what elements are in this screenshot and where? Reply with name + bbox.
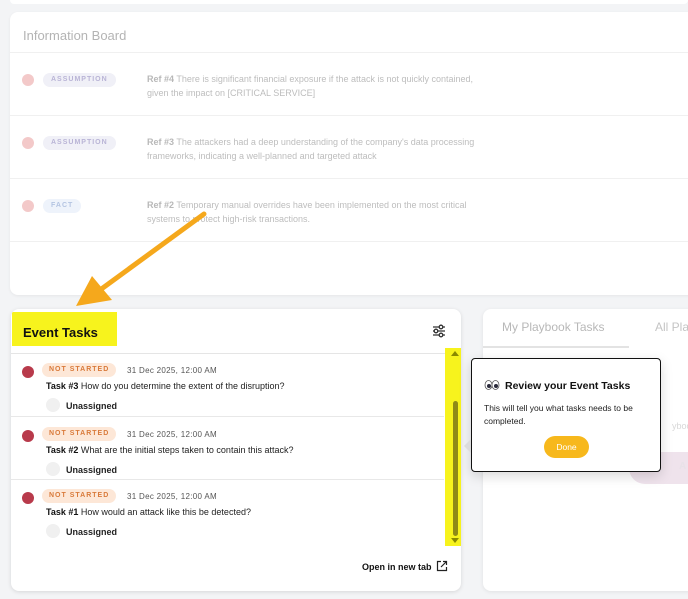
status-badge: NOT STARTED	[42, 363, 117, 377]
info-text: Ref #2 Temporary manual overrides have b…	[147, 200, 467, 224]
popover-title: Review your Event Tasks	[505, 380, 631, 392]
info-tag: FACT	[43, 199, 82, 213]
information-board: Information Board ASSUMPTION Ref #4 Ther…	[10, 12, 688, 295]
avatar	[46, 398, 60, 412]
information-board-title: Information Board	[23, 28, 127, 43]
external-link-icon[interactable]	[436, 560, 448, 572]
eyes-icon	[484, 380, 500, 390]
divider	[10, 115, 688, 116]
popover-arrow	[464, 439, 471, 453]
task-date: 31 Dec 2025, 12:00 AM	[127, 492, 217, 501]
task-text: Task #2 What are the initial steps taken…	[46, 445, 294, 455]
info-text: Ref #3 The attackers had a deep understa…	[147, 137, 475, 161]
filter-settings-icon[interactable]	[431, 323, 447, 339]
divider	[11, 416, 444, 417]
event-tasks-title: Event Tasks	[12, 312, 117, 346]
task-status-dot	[22, 366, 34, 378]
task-date: 31 Dec 2025, 12:00 AM	[127, 430, 217, 439]
open-in-new-tab-link[interactable]: Open in new tab	[362, 562, 432, 572]
tab-underline	[483, 346, 629, 348]
top-strip	[10, 0, 688, 4]
task-assignee[interactable]: Unassigned	[66, 465, 117, 475]
tab-my-playbook-tasks[interactable]: My Playbook Tasks	[502, 320, 605, 334]
task-list-scrollbar[interactable]	[445, 348, 461, 546]
partial-text: ybook	[672, 421, 688, 431]
add-button-label: A	[679, 461, 687, 472]
divider	[10, 178, 688, 179]
task-text: Task #1 How would an attack like this be…	[46, 507, 251, 517]
task-status-dot	[22, 492, 34, 504]
info-tag: ASSUMPTION	[43, 136, 116, 150]
info-tag: ASSUMPTION	[43, 73, 116, 87]
task-assignee[interactable]: Unassigned	[66, 527, 117, 537]
scroll-up-arrow-icon[interactable]	[451, 351, 459, 356]
info-status-dot	[22, 200, 34, 212]
popover-body: This will tell you what tasks needs to b…	[484, 403, 633, 426]
task-item[interactable]: NOT STARTED 31 Dec 2025, 12:00 AM Task #…	[11, 354, 444, 416]
task-status-dot	[22, 430, 34, 442]
task-item[interactable]: NOT STARTED 31 Dec 2025, 12:00 AM Task #…	[11, 418, 444, 480]
scrollbar-thumb[interactable]	[453, 401, 458, 536]
task-item[interactable]: NOT STARTED 31 Dec 2025, 12:00 AM Task #…	[11, 480, 444, 542]
review-event-tasks-popover: Review your Event Tasks This will tell y…	[464, 358, 661, 472]
scroll-down-arrow-icon[interactable]	[451, 538, 459, 543]
done-button[interactable]: Done	[544, 436, 589, 458]
event-tasks-panel: Event Tasks NOT STARTED 31 Dec 2025, 12:…	[11, 309, 461, 591]
divider	[10, 241, 688, 242]
tab-all-playbook-tasks[interactable]: All Playbook Tasks	[655, 320, 688, 334]
info-status-dot	[22, 74, 34, 86]
status-badge: NOT STARTED	[42, 427, 117, 441]
avatar	[46, 462, 60, 476]
task-date: 31 Dec 2025, 12:00 AM	[127, 366, 217, 375]
task-assignee[interactable]: Unassigned	[66, 401, 117, 411]
status-badge: NOT STARTED	[42, 489, 117, 503]
info-text: Ref #4 There is significant financial ex…	[147, 74, 474, 98]
info-status-dot	[22, 137, 34, 149]
divider	[10, 52, 688, 53]
task-text: Task #3 How do you determine the extent …	[46, 381, 285, 391]
avatar	[46, 524, 60, 538]
